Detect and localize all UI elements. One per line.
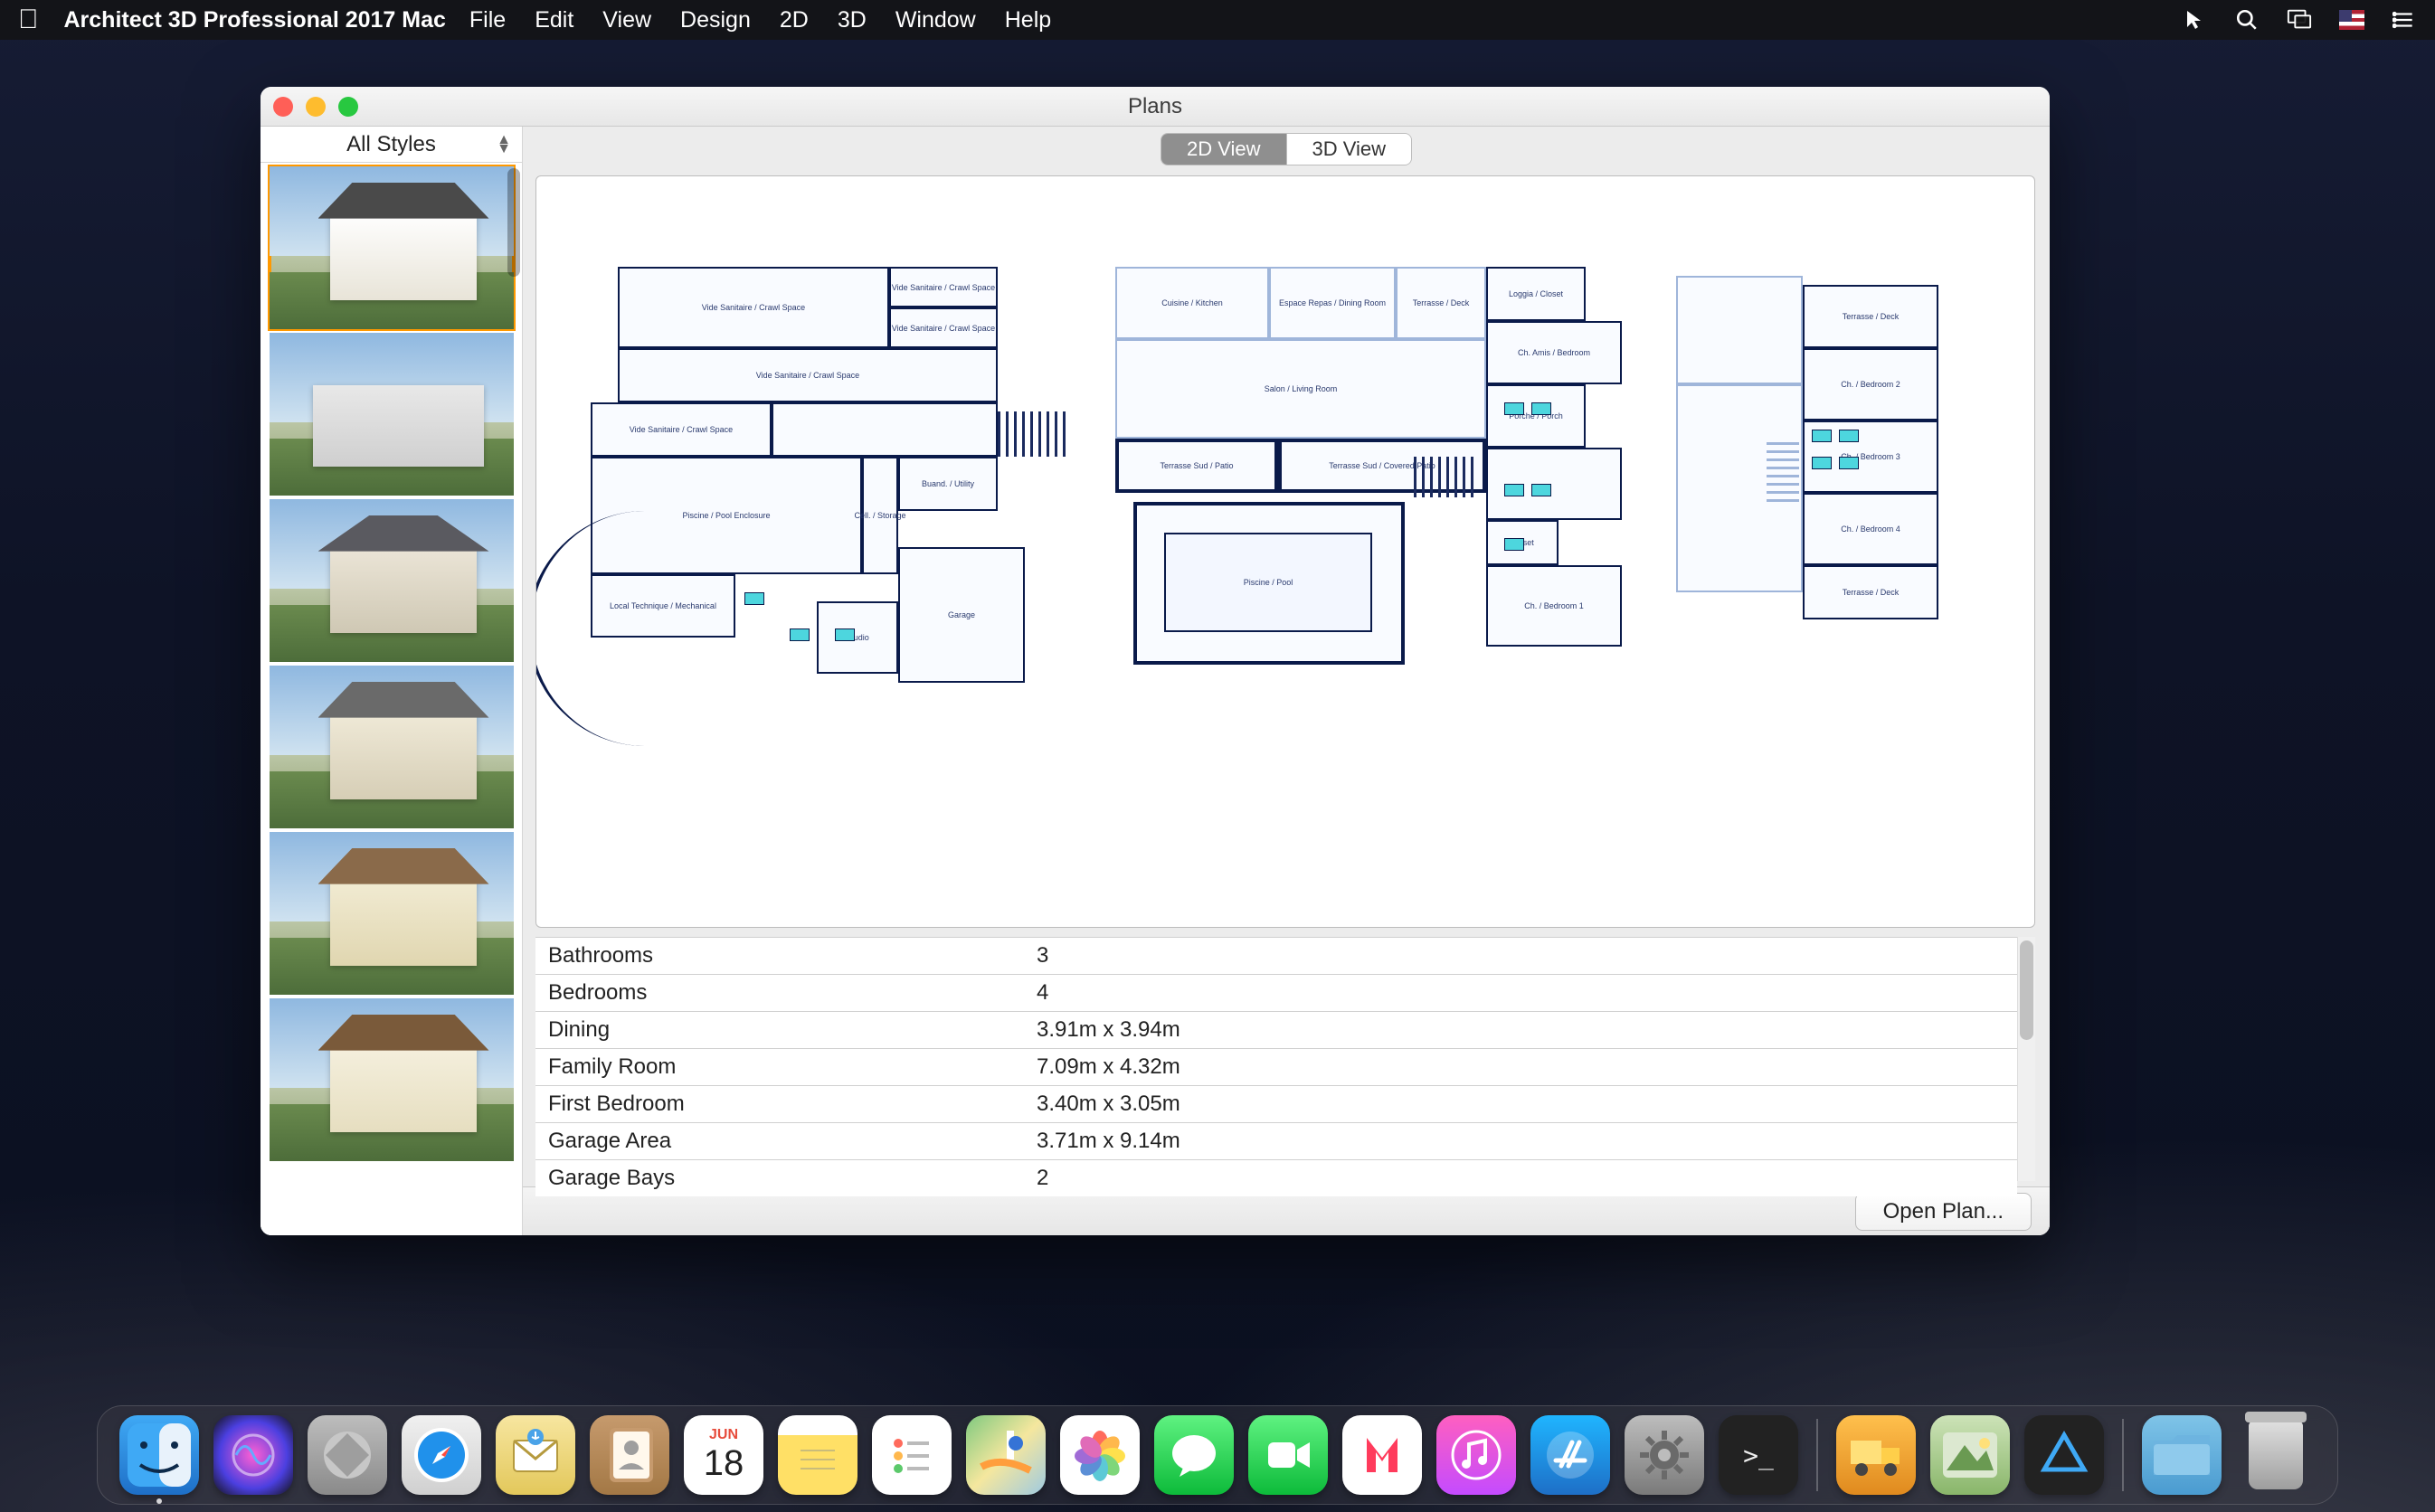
plan-details-table: Bathrooms3 Bedrooms4 Dining3.91m x 3.94m… bbox=[535, 937, 2017, 1196]
dock-terminal-icon[interactable]: >_ bbox=[1719, 1415, 1798, 1495]
dock-app-affinity-icon[interactable] bbox=[2024, 1415, 2104, 1495]
dock-siri-icon[interactable] bbox=[213, 1415, 293, 1495]
dock-downloads-folder-icon[interactable] bbox=[2142, 1415, 2222, 1495]
dock-separator bbox=[1816, 1419, 1818, 1491]
table-row[interactable]: Garage Area3.71m x 9.14m bbox=[535, 1123, 2017, 1160]
detail-label: Bathrooms bbox=[535, 938, 1024, 975]
details-scrollbar[interactable] bbox=[2017, 937, 2035, 1181]
floorplan-level-0: Vide Sanitaire / Crawl Space Vide Sanita… bbox=[564, 267, 1070, 692]
table-row[interactable]: Bathrooms3 bbox=[535, 938, 2017, 975]
dock-itunes-icon[interactable] bbox=[1436, 1415, 1516, 1495]
dock-separator bbox=[2122, 1419, 2124, 1491]
menu-help[interactable]: Help bbox=[1005, 7, 1051, 33]
dock-system-preferences-icon[interactable] bbox=[1625, 1415, 1704, 1495]
detail-value: 3.91m x 3.94m bbox=[1024, 1012, 2017, 1049]
dock: JUN 18 >_ bbox=[97, 1405, 2338, 1505]
style-filter-label: All Styles bbox=[346, 132, 436, 157]
screen-mirroring-icon[interactable] bbox=[2287, 7, 2312, 33]
detail-label: Bedrooms bbox=[535, 975, 1024, 1012]
window-titlebar[interactable]: Plans bbox=[261, 87, 2050, 127]
table-row[interactable]: Family Room7.09m x 4.32m bbox=[535, 1049, 2017, 1086]
detail-value: 3.40m x 3.05m bbox=[1024, 1086, 2017, 1123]
detail-label: Garage Bays bbox=[535, 1160, 1024, 1197]
table-row[interactable]: Bedrooms4 bbox=[535, 975, 2017, 1012]
dock-maps-icon[interactable] bbox=[966, 1415, 1046, 1495]
menu-2d[interactable]: 2D bbox=[780, 7, 809, 33]
plan-thumbnail[interactable] bbox=[270, 499, 514, 662]
close-window-icon[interactable] bbox=[273, 97, 293, 117]
dock-notes-icon[interactable] bbox=[778, 1415, 857, 1495]
plans-window: Plans All Styles ▲▼ bbox=[261, 87, 2050, 1235]
plan-details-panel: Bathrooms3 Bedrooms4 Dining3.91m x 3.94m… bbox=[535, 937, 2035, 1181]
floorplan-level-2: Terrasse / Deck Ch. / Bedroom 2 Ch. / Be… bbox=[1676, 276, 1957, 692]
detail-label: Dining bbox=[535, 1012, 1024, 1049]
dock-safari-icon[interactable] bbox=[402, 1415, 481, 1495]
floorplan-canvas[interactable]: Vide Sanitaire / Crawl Space Vide Sanita… bbox=[535, 175, 2035, 928]
menu-edit[interactable]: Edit bbox=[535, 7, 573, 33]
cursor-icon[interactable] bbox=[2182, 7, 2207, 33]
menu-window[interactable]: Window bbox=[895, 7, 976, 33]
tab-3d-view[interactable]: 3D View bbox=[1287, 134, 1412, 165]
app-name[interactable]: Architect 3D Professional 2017 Mac bbox=[64, 7, 446, 33]
dock-facetime-icon[interactable] bbox=[1248, 1415, 1328, 1495]
menu-file[interactable]: File bbox=[469, 7, 506, 33]
open-plan-button[interactable]: Open Plan... bbox=[1855, 1193, 2032, 1231]
notification-center-icon[interactable] bbox=[2392, 7, 2417, 33]
dock-app-landscape-icon[interactable] bbox=[1930, 1415, 2010, 1495]
minimize-window-icon[interactable] bbox=[306, 97, 326, 117]
tab-2d-view[interactable]: 2D View bbox=[1161, 134, 1287, 165]
table-row[interactable]: First Bedroom3.40m x 3.05m bbox=[535, 1086, 2017, 1123]
dock-appstore-icon[interactable] bbox=[1530, 1415, 1610, 1495]
detail-value: 3.71m x 9.14m bbox=[1024, 1123, 2017, 1160]
window-traffic-lights bbox=[273, 97, 358, 117]
detail-value: 3 bbox=[1024, 938, 2017, 975]
dock-calendar-icon[interactable]: JUN 18 bbox=[684, 1415, 763, 1495]
detail-label: First Bedroom bbox=[535, 1086, 1024, 1123]
dock-trash-icon[interactable] bbox=[2236, 1415, 2316, 1495]
menu-design[interactable]: Design bbox=[680, 7, 751, 33]
menu-bar:  Architect 3D Professional 2017 Mac Fil… bbox=[0, 0, 2435, 40]
dock-finder-icon[interactable] bbox=[119, 1415, 199, 1495]
plan-thumbnail[interactable] bbox=[270, 166, 514, 329]
menu-view[interactable]: View bbox=[602, 7, 651, 33]
plan-thumbnail[interactable] bbox=[270, 666, 514, 828]
menu-3d[interactable]: 3D bbox=[838, 7, 867, 33]
dock-app-truck-icon[interactable] bbox=[1836, 1415, 1916, 1495]
dock-photos-icon[interactable] bbox=[1060, 1415, 1140, 1495]
view-segmented-control: 2D View 3D View bbox=[1161, 133, 1412, 165]
detail-label: Garage Area bbox=[535, 1123, 1024, 1160]
dock-contacts-icon[interactable] bbox=[590, 1415, 669, 1495]
styles-sidebar: All Styles ▲▼ bbox=[261, 127, 523, 1235]
maximize-window-icon[interactable] bbox=[338, 97, 358, 117]
view-tabs-row: 2D View 3D View bbox=[523, 127, 2050, 172]
dock-messages-icon[interactable] bbox=[1154, 1415, 1234, 1495]
detail-value: 7.09m x 4.32m bbox=[1024, 1049, 2017, 1086]
window-title: Plans bbox=[1128, 94, 1182, 119]
dock-news-icon[interactable] bbox=[1342, 1415, 1422, 1495]
main-pane: 2D View 3D View Vide Sanitaire / Crawl S… bbox=[523, 127, 2050, 1235]
calendar-month: JUN bbox=[709, 1427, 738, 1443]
dock-launchpad-icon[interactable] bbox=[308, 1415, 387, 1495]
style-filter-dropdown[interactable]: All Styles ▲▼ bbox=[261, 127, 522, 163]
detail-label: Family Room bbox=[535, 1049, 1024, 1086]
spotlight-search-icon[interactable] bbox=[2234, 7, 2260, 33]
calendar-day: 18 bbox=[704, 1443, 744, 1484]
plan-thumbnail[interactable] bbox=[270, 832, 514, 995]
input-language-us-flag-icon[interactable] bbox=[2339, 7, 2364, 33]
detail-value: 4 bbox=[1024, 975, 2017, 1012]
table-row[interactable]: Dining3.91m x 3.94m bbox=[535, 1012, 2017, 1049]
plan-thumbnail-list[interactable] bbox=[261, 163, 522, 1235]
plan-thumbnail[interactable] bbox=[270, 333, 514, 496]
dock-reminders-icon[interactable] bbox=[872, 1415, 952, 1495]
detail-value: 2 bbox=[1024, 1160, 2017, 1197]
dock-mail-icon[interactable] bbox=[496, 1415, 575, 1495]
floorplan-level-1: Cuisine / Kitchen Espace Repas / Dining … bbox=[1115, 267, 1640, 710]
dropdown-updown-icon: ▲▼ bbox=[497, 136, 511, 154]
apple-menu-icon[interactable]:  bbox=[18, 5, 39, 35]
plan-thumbnail[interactable] bbox=[270, 998, 514, 1161]
sidebar-scrollbar[interactable] bbox=[507, 168, 520, 277]
table-row[interactable]: Garage Bays2 bbox=[535, 1160, 2017, 1197]
